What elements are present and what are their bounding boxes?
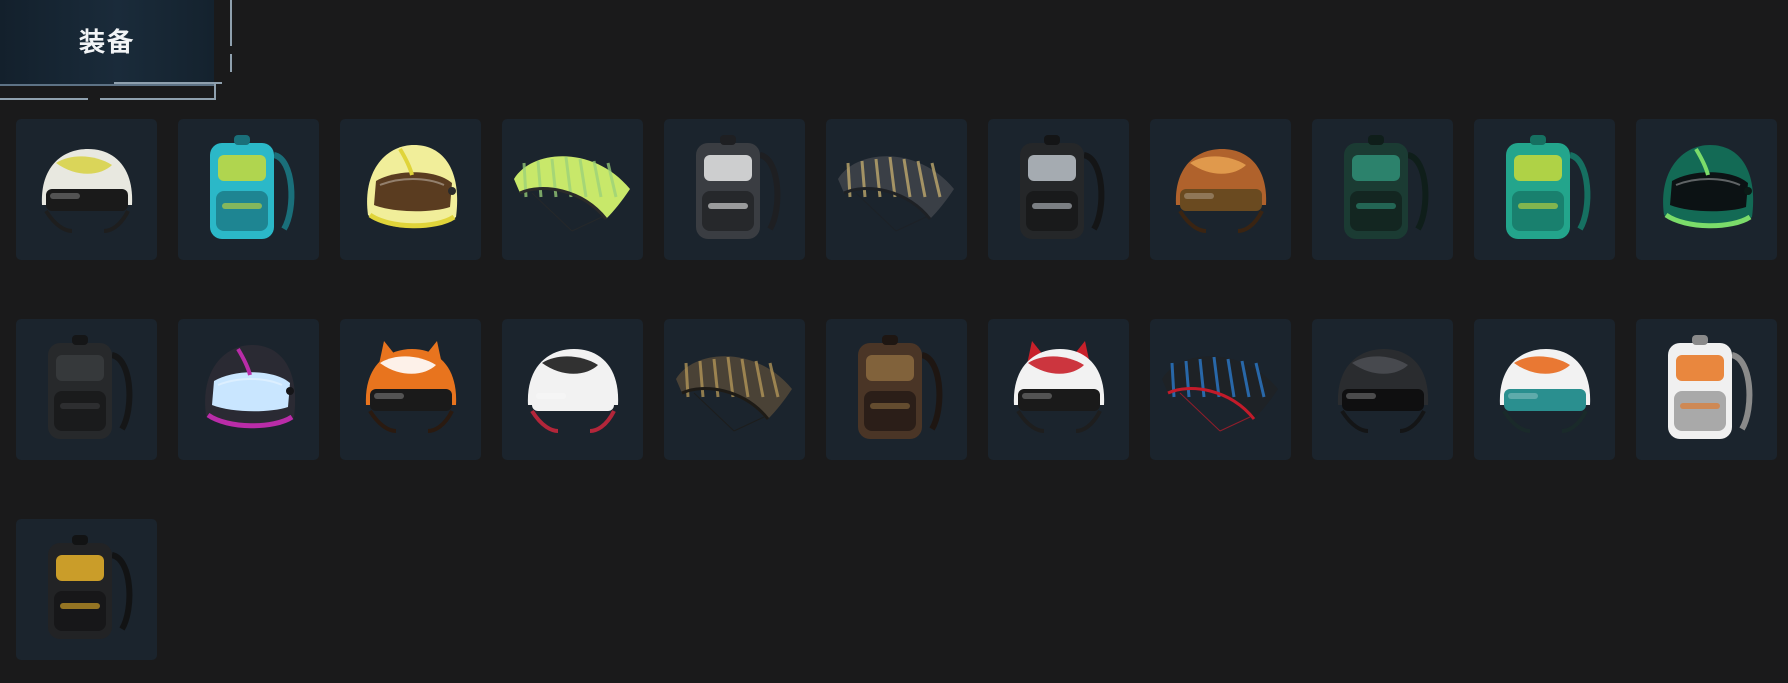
equipment-item-motohelmet[interactable] xyxy=(178,319,319,460)
parachute-icon xyxy=(514,156,630,232)
helmet-icon xyxy=(41,149,133,233)
parachute-icon xyxy=(838,156,954,232)
equipment-item-helmet[interactable] xyxy=(1150,119,1291,260)
equipment-item-parachute[interactable] xyxy=(826,119,967,260)
helmet-icon xyxy=(1013,341,1105,433)
frame-line-right-short xyxy=(230,54,232,72)
equipment-item-backpack[interactable] xyxy=(16,519,157,660)
helmet-icon xyxy=(1337,349,1429,433)
equipment-item-helmet[interactable] xyxy=(1312,319,1453,460)
equipment-header: 装备 xyxy=(0,0,232,102)
equipment-item-helmet[interactable] xyxy=(16,119,157,260)
equipment-item-parachute[interactable] xyxy=(664,319,805,460)
frame-line-bottom-right xyxy=(114,82,222,84)
frame-line-bottom xyxy=(0,98,88,100)
backpack-icon xyxy=(858,335,943,439)
equipment-item-backpack[interactable] xyxy=(1636,319,1777,460)
motohelmet-icon xyxy=(1663,145,1754,229)
backpack-icon xyxy=(1020,135,1105,239)
equipment-item-parachute[interactable] xyxy=(502,119,643,260)
helmet-icon xyxy=(527,349,619,433)
equipment-item-helmet[interactable] xyxy=(988,319,1129,460)
equipment-item-backpack[interactable] xyxy=(664,119,805,260)
backpack-icon xyxy=(1506,135,1591,239)
helmet-icon xyxy=(365,341,457,433)
parachute-icon xyxy=(676,356,792,432)
backpack-icon xyxy=(1344,135,1429,239)
equipment-item-backpack[interactable] xyxy=(988,119,1129,260)
frame-line-right xyxy=(230,0,232,46)
frame-line-corner-h xyxy=(100,98,216,100)
parachute-icon xyxy=(1162,356,1278,432)
helmet-icon xyxy=(1175,149,1267,233)
equipment-item-backpack[interactable] xyxy=(178,119,319,260)
equipment-item-backpack[interactable] xyxy=(1474,119,1615,260)
backpack-icon xyxy=(210,135,295,239)
equipment-item-backpack[interactable] xyxy=(1312,119,1453,260)
motohelmet-icon xyxy=(205,345,296,429)
equipment-item-backpack[interactable] xyxy=(826,319,967,460)
equipment-item-helmet[interactable] xyxy=(502,319,643,460)
equipment-item-motohelmet[interactable] xyxy=(340,119,481,260)
page-title: 装备 xyxy=(78,27,135,58)
equipment-grid xyxy=(16,119,1778,660)
backpack-icon xyxy=(1668,335,1753,439)
backpack-icon xyxy=(48,535,133,639)
backpack-icon xyxy=(48,335,133,439)
equipment-item-helmet[interactable] xyxy=(1474,319,1615,460)
helmet-icon xyxy=(1499,349,1591,433)
equipment-item-parachute[interactable] xyxy=(1150,319,1291,460)
equipment-item-backpack[interactable] xyxy=(16,319,157,460)
equipment-item-helmet[interactable] xyxy=(340,319,481,460)
equipment-item-motohelmet[interactable] xyxy=(1636,119,1777,260)
motohelmet-icon xyxy=(367,145,458,229)
backpack-icon xyxy=(696,135,781,239)
